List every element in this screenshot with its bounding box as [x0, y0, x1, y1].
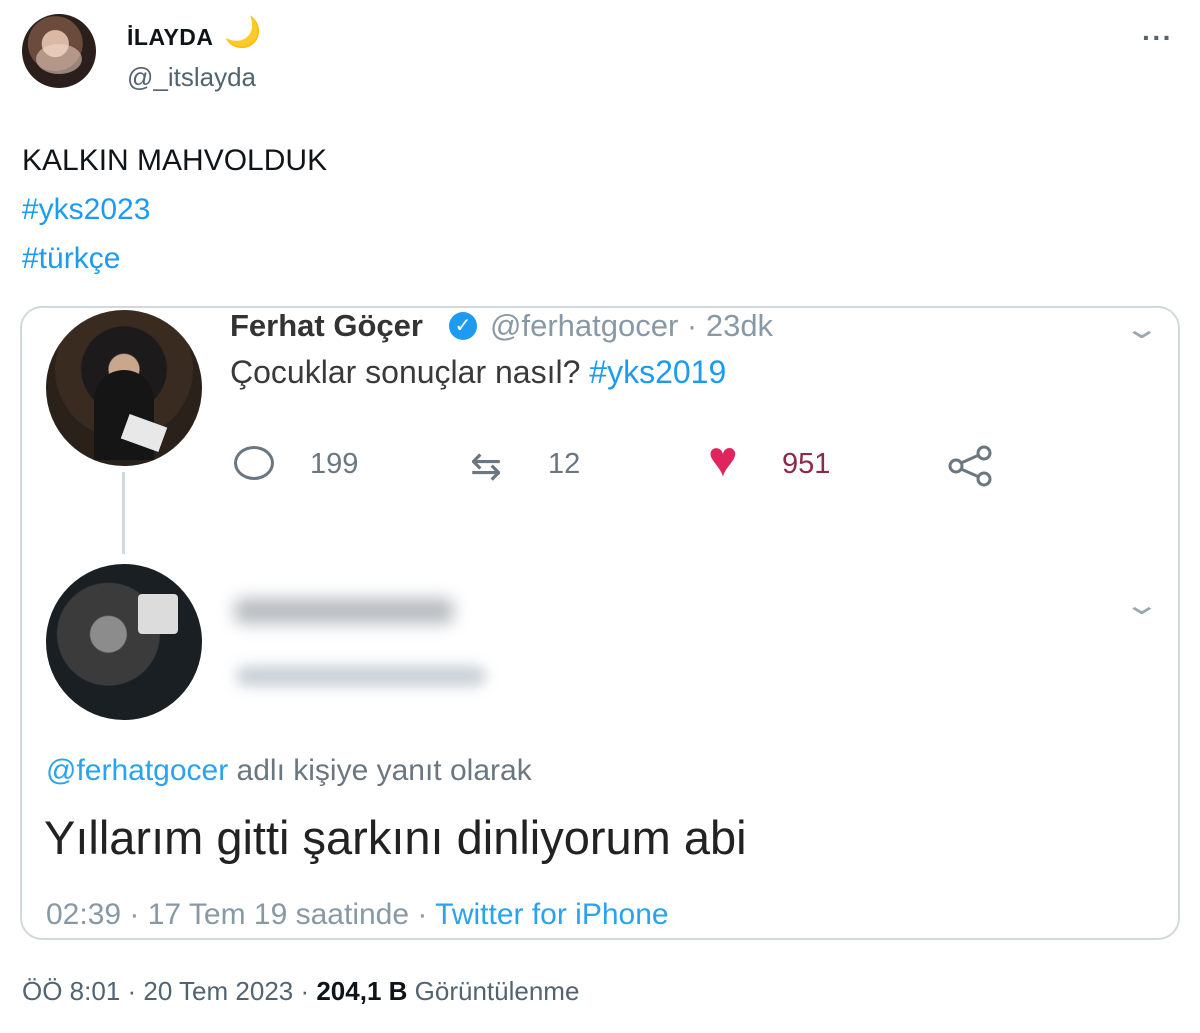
- reply-to-line: @ferhatgocer adlı kişiye yanıt olarak: [46, 754, 532, 788]
- tweet-text-line: KALKIN MAHVOLDUK: [22, 144, 328, 177]
- quoted-author-handle-time: @ferhatgocer · 23dk: [490, 308, 774, 343]
- reply-meta-line: 02:39 · 17 Tem 19 saatinde · Twitter for…: [46, 898, 669, 932]
- reply-icon: [234, 446, 274, 480]
- quoted-author-avatar: [46, 310, 202, 466]
- chevron-down-icon: ⌄: [1122, 589, 1161, 620]
- retweet-count: 12: [548, 448, 581, 480]
- quoted-text: Çocuklar sonuçlar nasıl?: [230, 354, 590, 390]
- heart-icon: ♥: [708, 431, 738, 487]
- reply-to-mention: @ferhatgocer: [46, 754, 229, 787]
- hashtag-link[interactable]: #yks2023: [22, 185, 150, 234]
- verified-badge-icon: ✓: [449, 312, 477, 340]
- reply-timestamp: 02:39 · 17 Tem 19 saatinde ·: [46, 898, 436, 931]
- author-handle[interactable]: @_itslayda: [127, 62, 256, 93]
- reply-source: Twitter for iPhone: [435, 898, 669, 931]
- embedded-image-card[interactable]: Ferhat Göçer ✓ @ferhatgocer · 23dk ⌄ Çoc…: [20, 306, 1180, 940]
- author-avatar[interactable]: [22, 14, 96, 88]
- blurred-reply-author-handle: [236, 666, 486, 686]
- more-options-icon[interactable]: ···: [1142, 22, 1173, 54]
- reply-to-text: adlı kişiye yanıt olarak: [228, 754, 532, 787]
- quoted-tweet-text: Çocuklar sonuçlar nasıl? #yks2019: [230, 354, 726, 391]
- moon-emoji-icon: 🌙: [224, 16, 262, 49]
- reply-count: 199: [310, 448, 359, 480]
- blurred-reply-author-name: [234, 598, 454, 624]
- views-label: Görüntülenme: [407, 976, 580, 1006]
- like-count: 951: [782, 448, 831, 480]
- thread-connector-line: [122, 472, 125, 554]
- reply-tweet-text: Yıllarım gitti şarkını dinliyorum abi: [44, 811, 747, 864]
- hashtag-link[interactable]: #türkçe: [22, 234, 120, 283]
- quoted-hashtag: #yks2019: [589, 354, 727, 390]
- retweet-icon: ⇆: [470, 446, 502, 488]
- views-count: 204,1 B: [316, 976, 408, 1006]
- author-display-name[interactable]: İLAYDA: [127, 24, 214, 51]
- quoted-author-name: Ferhat Göçer: [230, 308, 423, 343]
- chevron-down-icon: ⌄: [1122, 313, 1161, 344]
- tweet-footer-meta: ÖÖ 8:01 · 20 Tem 2023 · 204,1 B Görüntül…: [22, 976, 579, 1007]
- reply-author-avatar: [46, 564, 202, 720]
- share-icon: [948, 445, 992, 487]
- tweet-timestamp[interactable]: ÖÖ 8:01 · 20 Tem 2023 ·: [22, 976, 316, 1006]
